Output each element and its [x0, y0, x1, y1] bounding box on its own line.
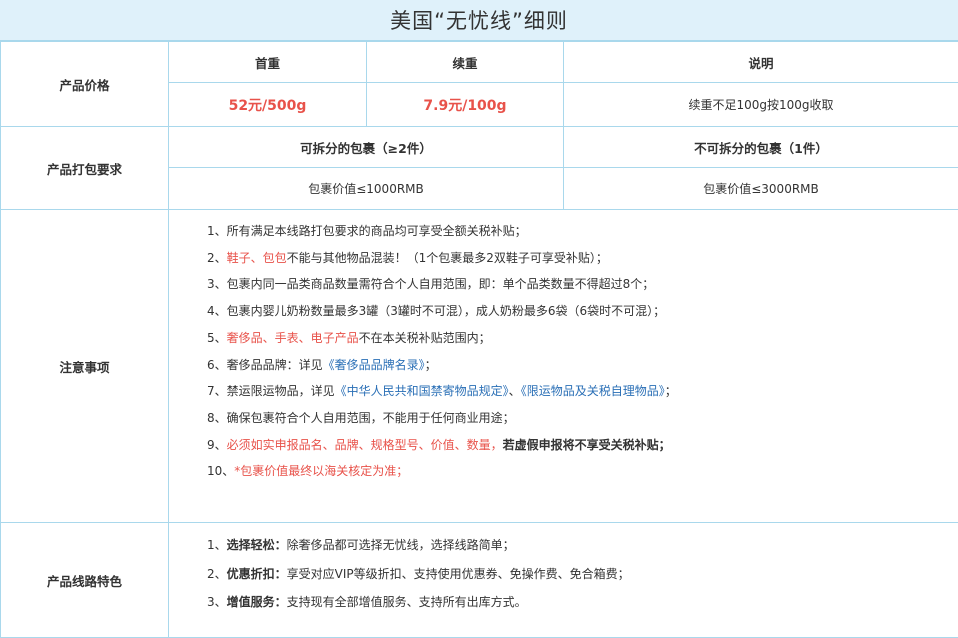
note-text: 不在本关税补贴范围内； [359, 331, 491, 345]
note-number: 7、 [207, 384, 227, 398]
note-number: 5、 [207, 331, 227, 345]
feature-item: 1、选择轻松：除奢侈品都可选择无忧线，选择线路简单； [207, 531, 958, 560]
feature-key: 选择轻松： [227, 538, 287, 552]
note-text: 包裹内婴儿奶粉数量最多3罐（3罐时不可混），成人奶粉最多6袋（6袋时不可混）； [227, 304, 666, 318]
note-item: 9、必须如实申报品名、品牌、规格型号、价值、数量，若虚假申报将不享受关税补贴； [207, 432, 958, 459]
note-text: 若虚假申报将不享受关税补贴； [503, 438, 671, 452]
price-note: 续重不足100g按100g收取 [564, 83, 958, 127]
note-text: 奢侈品品牌：详见 [227, 358, 323, 372]
feature-item: 2、优惠折扣：享受对应VIP等级折扣、支持使用优惠券、免操作费、免合箱费； [207, 560, 958, 589]
note-text: 必须如实申报品名、品牌、规格型号、价值、数量， [227, 438, 503, 452]
note-item: 1、所有满足本线路打包要求的商品均可享受全额关税补贴； [207, 218, 958, 245]
note-item: 10、*包裹价值最终以海关核定为准； [207, 458, 958, 485]
note-item: 4、包裹内婴儿奶粉数量最多3罐（3罐时不可混），成人奶粉最多6袋（6袋时不可混）… [207, 298, 958, 325]
price-label: 产品价格 [1, 42, 169, 127]
note-link[interactable]: 《中华人民共和国禁寄物品规定》 [335, 384, 509, 398]
feature-key: 增值服务： [227, 595, 287, 609]
feature-text: 支持现有全部增值服务、支持所有出库方式。 [287, 595, 527, 609]
note-text: 不能与其他物品混装！（1个包裹最多2双鞋子可享受补贴）； [287, 251, 608, 265]
note-text: 确保包裹符合个人自用范围，不能用于任何商业用途； [227, 411, 515, 425]
note-item: 2、鞋子、包包不能与其他物品混装！（1个包裹最多2双鞋子可享受补贴）； [207, 245, 958, 272]
note-text: ； [665, 384, 677, 398]
feature-number: 1、 [207, 538, 227, 552]
note-item: 5、奢侈品、手表、电子产品不在本关税补贴范围内； [207, 325, 958, 352]
header-splittable: 可拆分的包裹（≥2件） [169, 127, 564, 168]
note-number: 4、 [207, 304, 227, 318]
feature-key: 优惠折扣： [227, 567, 287, 581]
header-extra-weight: 续重 [367, 42, 564, 83]
note-text: ； [425, 358, 437, 372]
notes-cell: 1、所有满足本线路打包要求的商品均可享受全额关税补贴；2、鞋子、包包不能与其他物… [169, 210, 958, 523]
first-weight-price: 52元/500g [169, 83, 367, 127]
note-text: 鞋子、包包 [227, 251, 287, 265]
note-number: 1、 [207, 224, 227, 238]
note-text: 奢侈品、手表、电子产品 [227, 331, 359, 345]
header-non-splittable: 不可拆分的包裹（1件） [564, 127, 958, 168]
feature-number: 2、 [207, 567, 227, 581]
notes-label: 注意事项 [1, 210, 169, 523]
note-text: *包裹价值最终以海关核定为准； [234, 464, 408, 478]
feature-text: 享受对应VIP等级折扣、支持使用优惠券、免操作费、免合箱费； [287, 567, 630, 581]
features-cell: 1、选择轻松：除奢侈品都可选择无忧线，选择线路简单；2、优惠折扣：享受对应VIP… [169, 523, 958, 638]
note-number: 6、 [207, 358, 227, 372]
note-text: 包裹内同一品类商品数量需符合个人自用范围，即：单个品类数量不得超过8个； [227, 277, 655, 291]
note-text: 、 [509, 384, 521, 398]
non-splittable-value: 包裹价值≤3000RMB [564, 168, 958, 210]
note-number: 8、 [207, 411, 227, 425]
features-label: 产品线路特色 [1, 523, 169, 638]
note-item: 8、确保包裹符合个人自用范围，不能用于任何商业用途； [207, 405, 958, 432]
title-bar: 美国“无忧线”细则 [0, 0, 958, 41]
features-list: 1、选择轻松：除奢侈品都可选择无忧线，选择线路简单；2、优惠折扣：享受对应VIP… [169, 531, 958, 617]
extra-weight-price: 7.9元/100g [367, 83, 564, 127]
note-number: 9、 [207, 438, 227, 452]
note-item: 7、禁运限运物品，详见《中华人民共和国禁寄物品规定》、《限运物品及关税自理物品》… [207, 378, 958, 405]
packing-label: 产品打包要求 [1, 127, 169, 210]
header-first-weight: 首重 [169, 42, 367, 83]
feature-number: 3、 [207, 595, 227, 609]
note-link[interactable]: 《限运物品及关税自理物品》 [521, 384, 665, 398]
note-link[interactable]: 《奢侈品品牌名录》 [323, 358, 425, 372]
note-item: 6、奢侈品品牌：详见《奢侈品品牌名录》； [207, 352, 958, 379]
page-title: 美国“无忧线”细则 [390, 5, 568, 35]
note-number: 10、 [207, 464, 234, 478]
note-number: 2、 [207, 251, 227, 265]
note-number: 3、 [207, 277, 227, 291]
header-description: 说明 [564, 42, 958, 83]
feature-text: 除奢侈品都可选择无忧线，选择线路简单； [287, 538, 515, 552]
feature-item: 3、增值服务：支持现有全部增值服务、支持所有出库方式。 [207, 588, 958, 617]
notes-list: 1、所有满足本线路打包要求的商品均可享受全额关税补贴；2、鞋子、包包不能与其他物… [169, 218, 958, 485]
note-item: 3、包裹内同一品类商品数量需符合个人自用范围，即：单个品类数量不得超过8个； [207, 271, 958, 298]
rules-table: 产品价格 首重 续重 说明 52元/500g 7.9元/100g 续重不足100… [0, 41, 958, 638]
note-text: 禁运限运物品，详见 [227, 384, 335, 398]
note-text: 所有满足本线路打包要求的商品均可享受全额关税补贴； [227, 224, 527, 238]
splittable-value: 包裹价值≤1000RMB [169, 168, 564, 210]
